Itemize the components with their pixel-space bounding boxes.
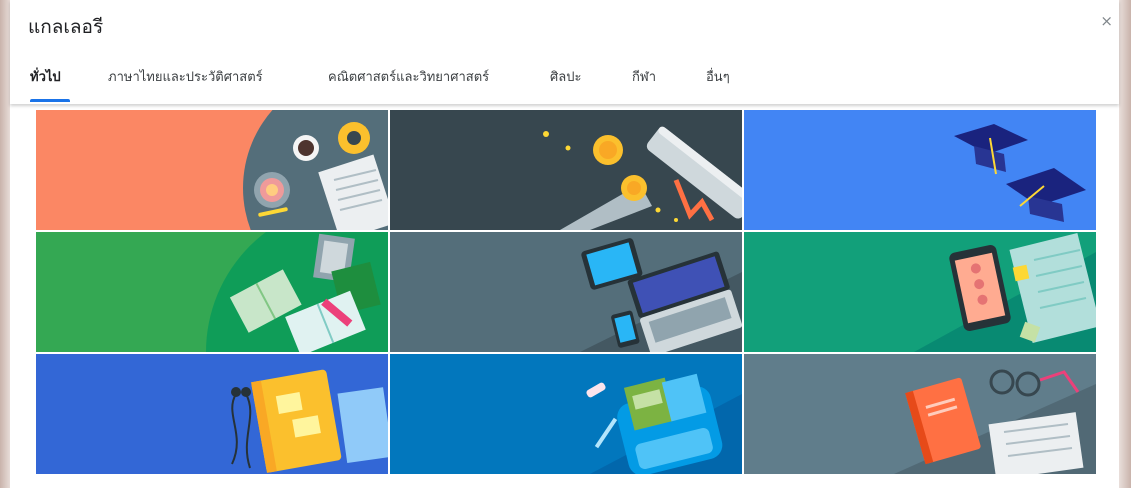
- gallery-tile-books[interactable]: [36, 232, 388, 352]
- gallery-tile-graduation-caps[interactable]: [744, 110, 1096, 230]
- gallery-tile-notebook-headphones[interactable]: [36, 354, 388, 474]
- gallery-tile-diploma-coins[interactable]: [390, 110, 742, 230]
- gallery-grid: [36, 110, 1096, 474]
- graduation-caps-illustration: [744, 110, 1096, 230]
- glasses-book-illustration: [744, 354, 1096, 474]
- tab-sports[interactable]: กีฬา: [632, 66, 656, 87]
- phone-notes-illustration: [744, 232, 1096, 352]
- notebook-headphones-illustration: [36, 354, 388, 474]
- books-illustration: [36, 232, 388, 352]
- dialog-header: แกลเลอรี × ทั่วไป ภาษาไทยและประวัติศาสตร…: [10, 0, 1119, 104]
- tab-other[interactable]: อื่นๆ: [706, 66, 730, 87]
- gallery-tile-glasses-book[interactable]: [744, 354, 1096, 474]
- background-frame-right: [1119, 0, 1131, 488]
- tab-math-science[interactable]: คณิตศาสตร์และวิทยาศาสตร์: [328, 66, 489, 87]
- gallery-tile-backpack[interactable]: [390, 354, 742, 474]
- gallery-tile-laptop-tablet[interactable]: [390, 232, 742, 352]
- dialog-title: แกลเลอรี: [28, 16, 104, 38]
- backpack-illustration: [390, 354, 742, 474]
- gallery-tile-coffee-newspaper[interactable]: [36, 110, 388, 230]
- tab-arts[interactable]: ศิลปะ: [550, 66, 581, 87]
- tab-thai-history[interactable]: ภาษาไทยและประวัติศาสตร์: [108, 66, 263, 87]
- close-icon[interactable]: ×: [1100, 12, 1113, 30]
- tab-general[interactable]: ทั่วไป: [30, 66, 61, 87]
- active-tab-indicator: [30, 99, 70, 102]
- diploma-coins-illustration: [390, 110, 742, 230]
- gallery-dialog: แกลเลอรี × ทั่วไป ภาษาไทยและประวัติศาสตร…: [10, 0, 1119, 488]
- coffee-newspaper-illustration: [36, 110, 388, 230]
- laptop-tablet-illustration: [390, 232, 742, 352]
- background-frame-left: [0, 0, 10, 488]
- gallery-tile-phone-notes[interactable]: [744, 232, 1096, 352]
